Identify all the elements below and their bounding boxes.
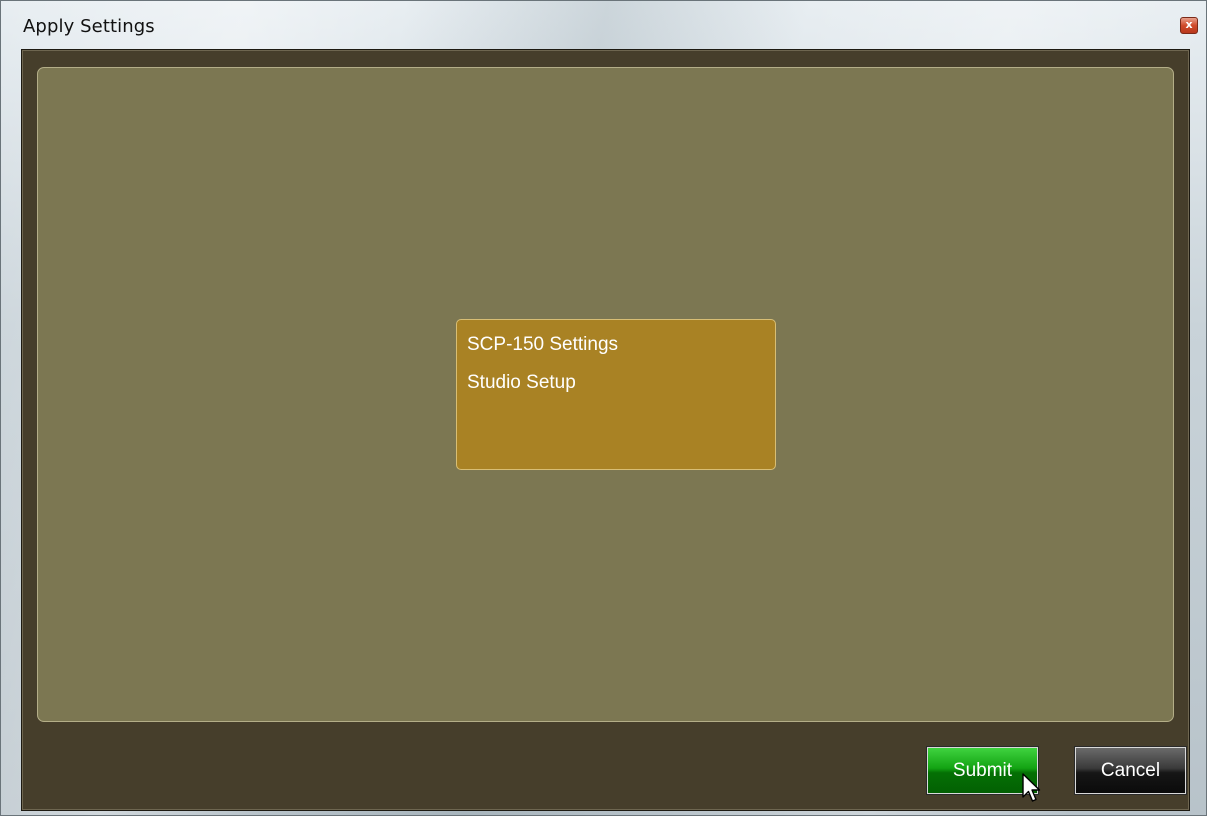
window-title: Apply Settings (23, 16, 155, 37)
settings-card[interactable]: SCP-150 Settings Studio Setup (456, 319, 776, 470)
close-icon: x (1185, 18, 1193, 31)
cancel-button[interactable]: Cancel (1074, 746, 1187, 795)
content-panel: SCP-150 Settings Studio Setup (37, 67, 1174, 722)
dialog-client-area: SCP-150 Settings Studio Setup Submit Can… (21, 49, 1190, 811)
close-button[interactable]: x (1180, 17, 1198, 34)
submit-button[interactable]: Submit (926, 746, 1039, 795)
apply-settings-window: Apply Settings x SCP-150 Settings Studio… (0, 0, 1207, 816)
settings-name: SCP-150 Settings (467, 334, 619, 355)
settings-subtitle: Studio Setup (467, 372, 576, 393)
title-bar[interactable]: Apply Settings x (1, 1, 1207, 47)
